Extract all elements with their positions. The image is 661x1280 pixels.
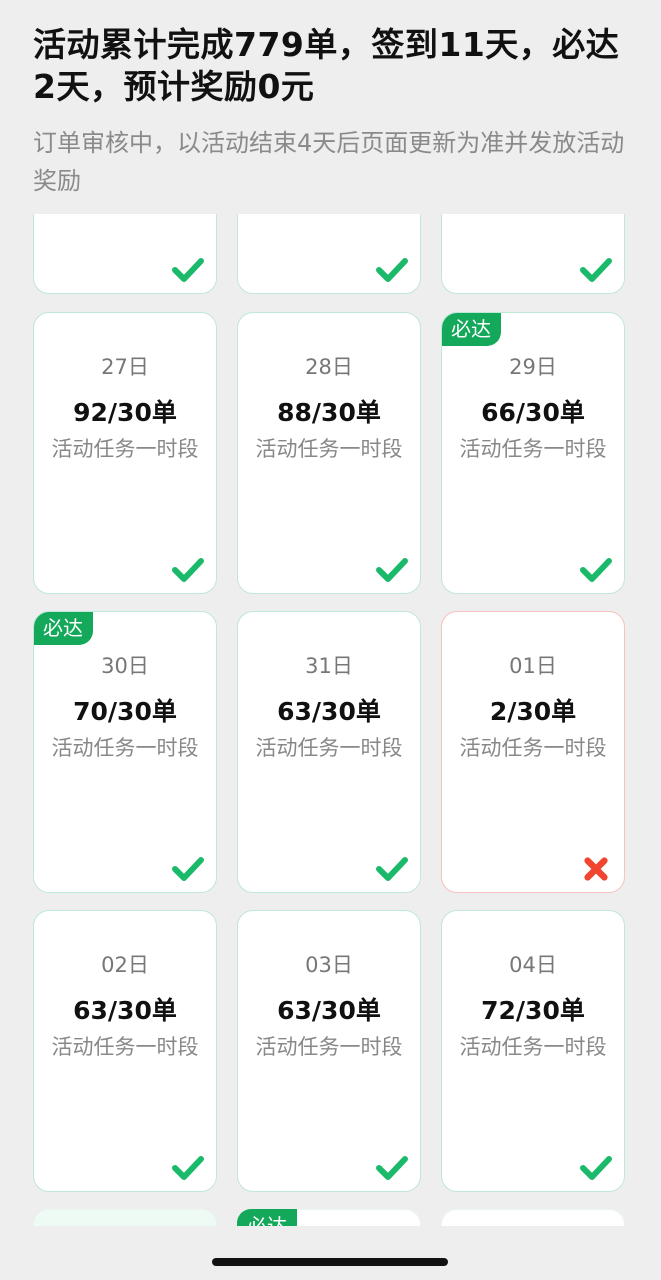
check-icon — [580, 558, 612, 582]
task-label: 活动任务一时段 — [459, 1035, 607, 1059]
day-card[interactable]: 31日 63/30单活动任务一时段 — [237, 611, 421, 893]
day-card[interactable]: 04日 72/30单活动任务一时段 — [441, 910, 625, 1192]
order-count: 66/30单 — [481, 398, 585, 427]
check-icon — [172, 1156, 204, 1180]
task-label: 活动任务一时段 — [51, 736, 199, 760]
day-card[interactable]: 01日 2/30单活动任务一时段 — [441, 611, 625, 893]
day-date: 29日 — [509, 355, 557, 379]
day-date: 01日 — [509, 654, 557, 678]
day-date: 28日 — [305, 355, 353, 379]
day-card-partial[interactable] — [33, 1209, 217, 1226]
must-reach-badge: 必达 — [237, 1209, 297, 1226]
task-label: 活动任务一时段 — [51, 1035, 199, 1059]
check-icon — [172, 258, 204, 282]
summary-header: 活动累计完成779单，签到11天，必达2天，预计奖励0元 订单审核中，以活动结束… — [0, 0, 661, 214]
must-reach-badge: 必达 — [34, 612, 93, 645]
day-date: 30日 — [101, 654, 149, 678]
day-card[interactable]: 27日 92/30单活动任务一时段 — [33, 312, 217, 594]
task-label: 活动任务一时段 — [255, 736, 403, 760]
task-label: 活动任务一时段 — [51, 437, 199, 461]
cross-icon — [584, 857, 608, 881]
order-count: 72/30单 — [481, 996, 585, 1025]
footer-area — [0, 1226, 661, 1280]
check-icon — [172, 857, 204, 881]
day-date: 02日 — [101, 953, 149, 977]
day-card-partial[interactable] — [237, 214, 421, 294]
day-card-partial[interactable] — [441, 214, 625, 294]
day-card[interactable]: 28日 88/30单活动任务一时段 — [237, 312, 421, 594]
order-count: 63/30单 — [277, 697, 381, 726]
task-label: 活动任务一时段 — [459, 437, 607, 461]
check-icon — [376, 558, 408, 582]
day-card[interactable]: 必达 30日 70/30单活动任务一时段 — [33, 611, 217, 893]
day-date: 04日 — [509, 953, 557, 977]
day-card-grid[interactable]: 27日 92/30单 活动任务一时段 28日 88/30单 活动任务一时段 必达 29日 66/… — [0, 214, 661, 1226]
check-icon — [376, 1156, 408, 1180]
check-icon — [376, 857, 408, 881]
order-count: 63/30单 — [277, 996, 381, 1025]
task-label: 活动任务一时段 — [459, 736, 607, 760]
day-card-partial[interactable] — [33, 214, 217, 294]
day-date: 27日 — [101, 355, 149, 379]
check-icon — [580, 1156, 612, 1180]
task-label: 活动任务一时段 — [255, 1035, 403, 1059]
order-count: 2/30单 — [489, 697, 577, 726]
day-card-partial[interactable]: 必达 — [237, 1209, 421, 1226]
order-count: 88/30单 — [277, 398, 381, 427]
day-card[interactable]: 必达 29日 66/30单活动任务一时段 — [441, 312, 625, 594]
order-count: 92/30单 — [73, 398, 177, 427]
check-icon — [580, 258, 612, 282]
summary-title: 活动累计完成779单，签到11天，必达2天，预计奖励0元 — [33, 25, 620, 106]
day-card[interactable]: 02日 63/30单活动任务一时段 — [33, 910, 217, 1192]
task-label: 活动任务一时段 — [255, 437, 403, 461]
day-date: 03日 — [305, 953, 353, 977]
day-card[interactable]: 03日 63/30单活动任务一时段 — [237, 910, 421, 1192]
order-count: 63/30单 — [73, 996, 177, 1025]
day-card-partial[interactable] — [441, 1209, 625, 1226]
order-count: 70/30单 — [73, 697, 177, 726]
must-reach-badge: 必达 — [442, 313, 501, 346]
home-indicator[interactable] — [212, 1258, 448, 1266]
check-icon — [172, 558, 204, 582]
check-icon — [376, 258, 408, 282]
summary-subtitle: 订单审核中，以活动结束4天后页面更新为准并发放活动奖励 — [33, 129, 625, 195]
day-date: 31日 — [305, 654, 353, 678]
